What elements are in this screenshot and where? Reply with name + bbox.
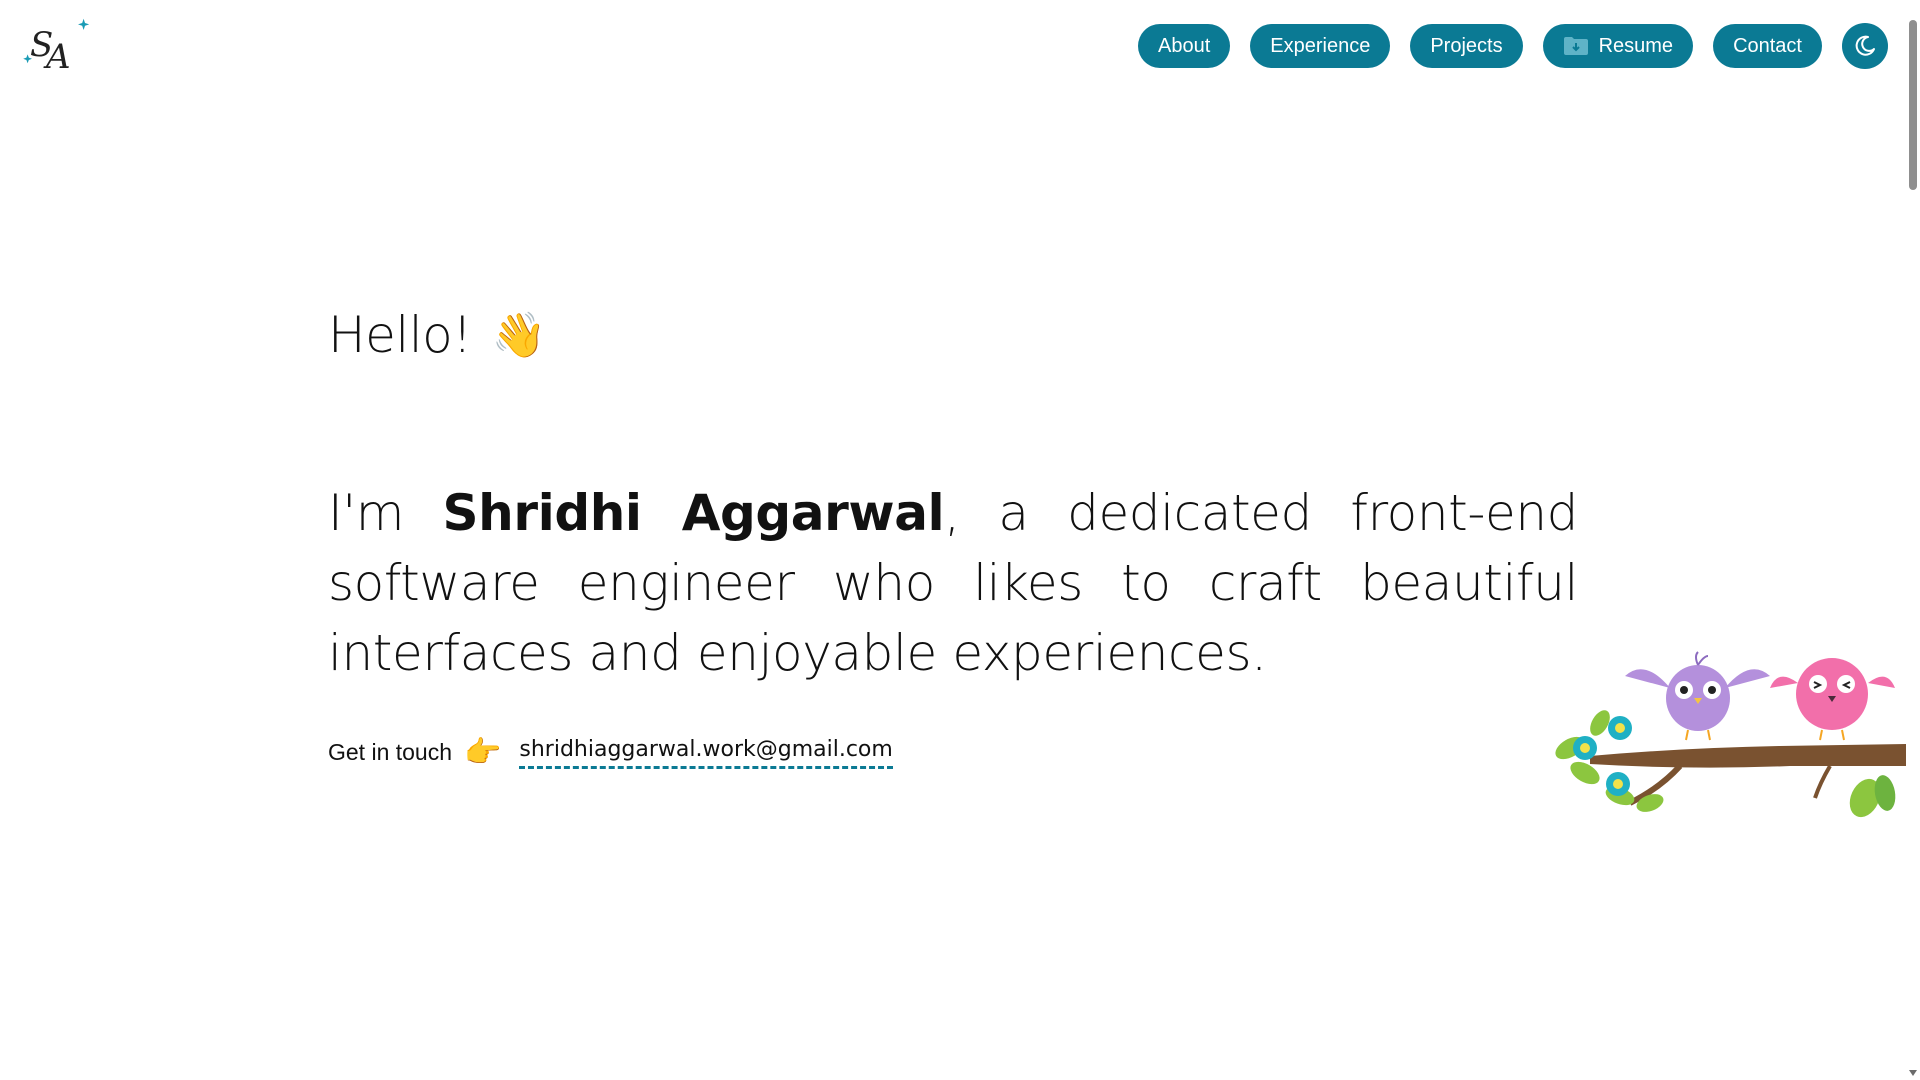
moon-icon bbox=[1855, 35, 1875, 56]
get-in-touch-label: Get in touch bbox=[328, 739, 453, 765]
nav-experience-label: Experience bbox=[1270, 34, 1371, 57]
logo[interactable]: S A bbox=[22, 16, 96, 74]
nav-resume-button[interactable]: Resume bbox=[1542, 24, 1694, 68]
purple-bird-icon bbox=[1625, 651, 1770, 741]
nav-about-button[interactable]: About bbox=[1138, 24, 1231, 68]
page: S A About Experience Projects Resume Con… bbox=[0, 0, 1920, 1080]
nav-contact-button[interactable]: Contact bbox=[1713, 24, 1822, 68]
scroll-down-arrow-icon[interactable] bbox=[1909, 1070, 1917, 1076]
nav-projects-button[interactable]: Projects bbox=[1410, 24, 1523, 68]
birds-on-branch-illustration bbox=[1555, 651, 1908, 818]
contact-row: Get in touch 👉 shridhiaggarwal.work@gmai… bbox=[328, 735, 893, 770]
greeting: Hello! 👋 bbox=[328, 306, 547, 364]
intro-prefix: I'm bbox=[328, 484, 443, 542]
scrollbar-thumb[interactable] bbox=[1909, 20, 1917, 190]
nav-contact-label: Contact bbox=[1733, 34, 1802, 57]
top-nav: About Experience Projects Resume Contact bbox=[1138, 23, 1888, 69]
pointing-hand-icon: 👉 bbox=[464, 736, 502, 769]
pink-bird-icon bbox=[1770, 658, 1895, 741]
flower-icon bbox=[1573, 736, 1597, 760]
author-name: Shridhi Aggarwal bbox=[442, 484, 945, 542]
svg-text:A: A bbox=[43, 37, 71, 74]
nav-about-label: About bbox=[1158, 34, 1211, 57]
theme-toggle-button[interactable] bbox=[1842, 23, 1888, 69]
waving-hand-icon: 👋 bbox=[491, 310, 547, 361]
nav-resume-label: Resume bbox=[1598, 34, 1674, 57]
flower-icon bbox=[1606, 772, 1630, 796]
scrollbar[interactable] bbox=[1906, 0, 1920, 1080]
nav-experience-button[interactable]: Experience bbox=[1250, 24, 1391, 68]
folder-download-icon bbox=[1563, 37, 1588, 55]
nav-projects-label: Projects bbox=[1430, 34, 1503, 57]
flower-icon bbox=[1608, 716, 1632, 740]
intro-paragraph: I'm Shridhi Aggarwal, a dedicated front-… bbox=[328, 478, 1578, 688]
greeting-text: Hello! bbox=[328, 306, 472, 364]
email-link[interactable]: shridhiaggarwal.work@gmail.com bbox=[519, 737, 893, 769]
